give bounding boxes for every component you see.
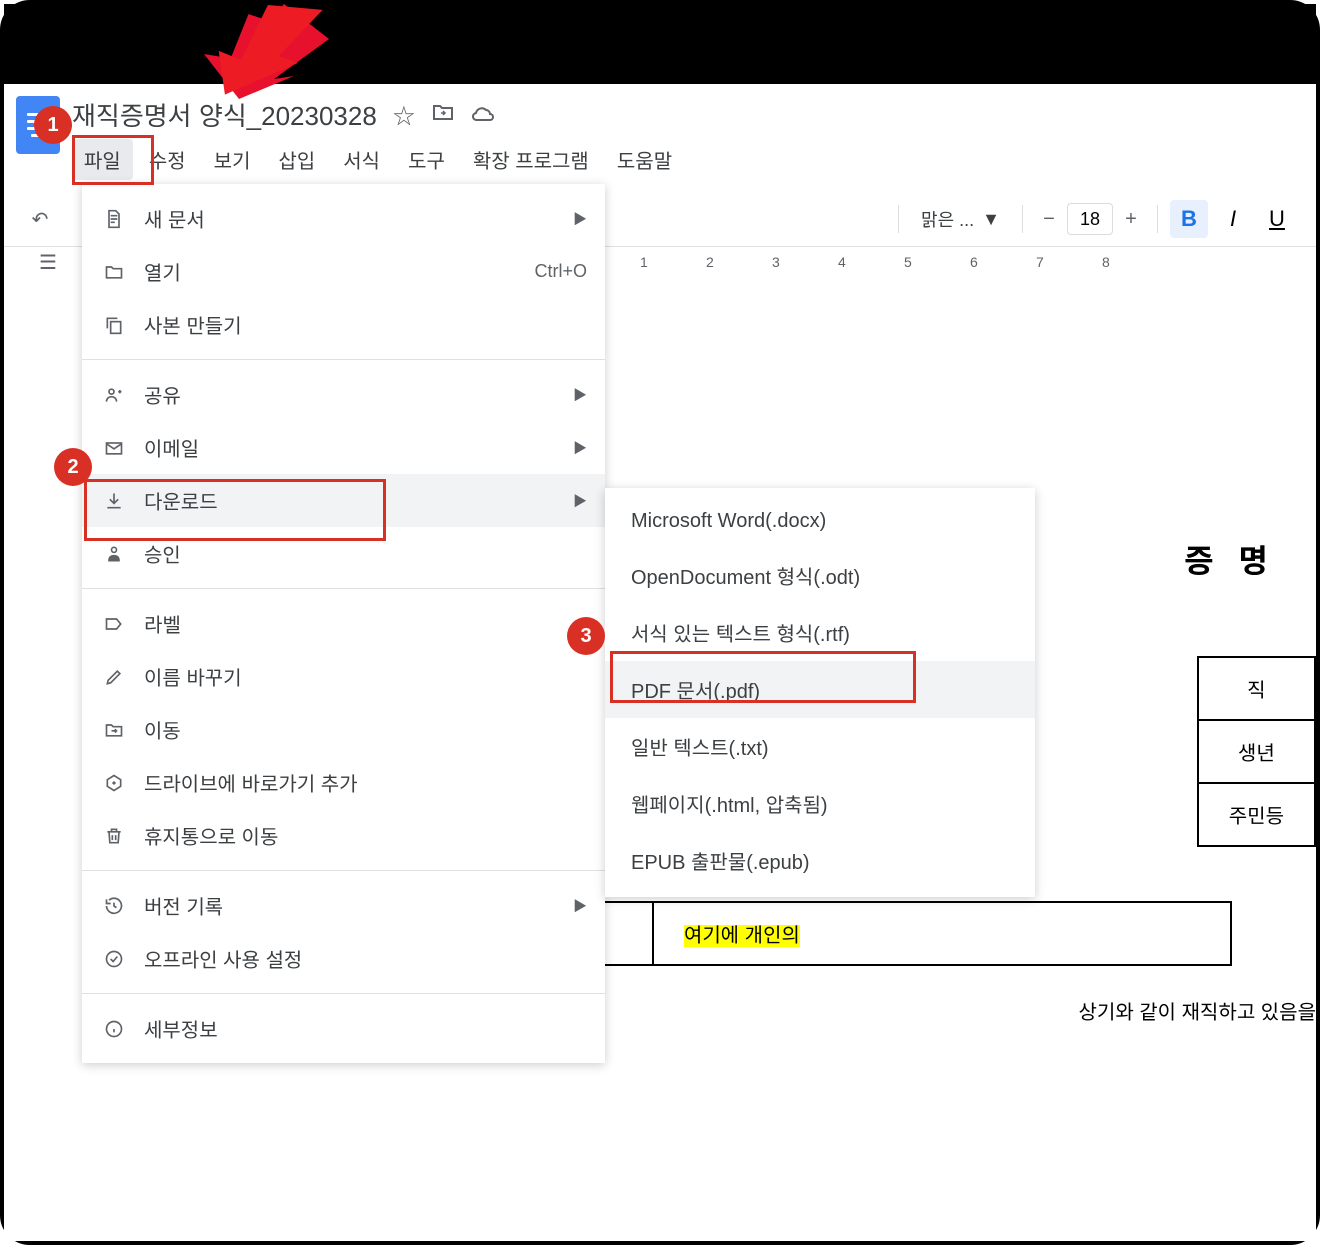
menu-open[interactable]: 열기 Ctrl+O <box>82 245 605 298</box>
menu-email[interactable]: 이메일 ▶ <box>82 421 605 474</box>
annotation-arrow-icon <box>174 0 334 104</box>
offline-icon <box>100 949 128 969</box>
font-size-input[interactable]: 18 <box>1067 203 1113 235</box>
download-txt[interactable]: 일반 텍스트(.txt) <box>605 718 1035 775</box>
menu-share[interactable]: 공유 ▶ <box>82 368 605 421</box>
move-folder-icon[interactable] <box>431 100 455 130</box>
italic-button[interactable]: I <box>1214 200 1252 238</box>
menu-offline[interactable]: 오프라인 사용 설정 <box>82 932 605 985</box>
table-cell[interactable]: 직 <box>1198 657 1315 720</box>
menu-view[interactable]: 보기 <box>202 139 263 180</box>
shortcut-icon <box>100 773 128 793</box>
share-icon <box>100 385 128 405</box>
menu-help[interactable]: 도움말 <box>605 139 684 180</box>
cloud-status-icon[interactable] <box>471 100 497 130</box>
history-icon <box>100 896 128 916</box>
font-family-select[interactable]: 맑은 ... ▼ <box>911 202 1010 236</box>
table-cell[interactable]: 주민등 <box>1198 783 1315 846</box>
table-cell[interactable]: 여기에 개인의 <box>653 902 1231 965</box>
chevron-right-icon: ▶ <box>573 896 587 916</box>
undo-button[interactable]: ↶ <box>24 203 56 235</box>
highlighted-text: 여기에 개인의 <box>684 925 800 947</box>
menu-extensions[interactable]: 확장 프로그램 <box>461 139 601 180</box>
menu-edit[interactable]: 수정 <box>137 139 198 180</box>
font-size-increase[interactable]: + <box>1117 203 1145 235</box>
info-icon <box>100 1019 128 1039</box>
annotation-badge-1: 1 <box>34 106 72 144</box>
trash-icon <box>100 826 128 846</box>
menu-insert[interactable]: 삽입 <box>266 139 327 180</box>
menu-move[interactable]: 이동 <box>82 703 605 756</box>
table-cell[interactable]: 생년 <box>1198 720 1315 783</box>
document-icon <box>100 209 128 229</box>
chevron-down-icon: ▼ <box>982 209 1000 230</box>
label-icon <box>100 614 128 634</box>
menu-version-history[interactable]: 버전 기록 ▶ <box>82 879 605 932</box>
chevron-right-icon: ▶ <box>573 438 587 458</box>
menu-details[interactable]: 세부정보 <box>82 1002 605 1055</box>
menu-rename[interactable]: 이름 바꾸기 <box>82 650 605 703</box>
download-html[interactable]: 웹페이지(.html, 압축됨) <box>605 775 1035 832</box>
menu-label[interactable]: 라벨 <box>82 597 605 650</box>
menu-format[interactable]: 서식 <box>331 139 392 180</box>
document-footer-text: 상기와 같이 재직하고 있음을 <box>1079 996 1316 1025</box>
font-size-decrease[interactable]: − <box>1035 203 1063 235</box>
font-name-label: 맑은 ... <box>921 206 974 232</box>
chevron-right-icon: ▶ <box>573 385 587 405</box>
download-submenu: Microsoft Word(.docx) OpenDocument 형식(.o… <box>605 488 1035 897</box>
menu-approve[interactable]: 승인 <box>82 527 605 580</box>
menu-new-document[interactable]: 새 문서 ▶ <box>82 192 605 245</box>
underline-button[interactable]: U <box>1258 200 1296 238</box>
approve-icon <box>100 544 128 564</box>
menu-file[interactable]: 파일 <box>72 139 133 180</box>
email-icon <box>100 438 128 458</box>
menu-make-copy[interactable]: 사본 만들기 <box>82 298 605 351</box>
star-icon[interactable]: ☆ <box>393 99 415 131</box>
document-table: 직 생년 주민등 <box>1197 656 1316 847</box>
copy-icon <box>100 315 128 335</box>
rename-icon <box>100 667 128 687</box>
file-dropdown-menu: 새 문서 ▶ 열기 Ctrl+O 사본 만들기 공유 ▶ 이메일 ▶ 다운로드 … <box>82 184 605 1063</box>
download-docx[interactable]: Microsoft Word(.docx) <box>605 496 1035 547</box>
download-rtf[interactable]: 서식 있는 텍스트 형식(.rtf) <box>605 604 1035 661</box>
folder-icon <box>100 262 128 282</box>
download-odt[interactable]: OpenDocument 형식(.odt) <box>605 547 1035 604</box>
menubar: 파일 수정 보기 삽입 서식 도구 확장 프로그램 도움말 <box>72 139 1304 180</box>
outline-toggle-icon[interactable]: ☰ <box>39 250 57 275</box>
download-epub[interactable]: EPUB 출판물(.epub) <box>605 832 1035 889</box>
download-pdf[interactable]: PDF 문서(.pdf) <box>605 661 1035 718</box>
move-icon <box>100 720 128 740</box>
menu-trash[interactable]: 휴지통으로 이동 <box>82 809 605 862</box>
menu-add-shortcut[interactable]: 드라이브에 바로가기 추가 <box>82 756 605 809</box>
download-icon <box>100 491 128 511</box>
chevron-right-icon: ▶ <box>573 491 587 511</box>
document-heading: 증 명 <box>1184 536 1316 582</box>
bold-button[interactable]: B <box>1170 200 1208 238</box>
chevron-right-icon: ▶ <box>573 209 587 229</box>
menu-tools[interactable]: 도구 <box>396 139 457 180</box>
menu-download[interactable]: 다운로드 ▶ <box>82 474 605 527</box>
annotation-badge-3: 3 <box>567 617 605 655</box>
annotation-badge-2: 2 <box>54 448 92 486</box>
